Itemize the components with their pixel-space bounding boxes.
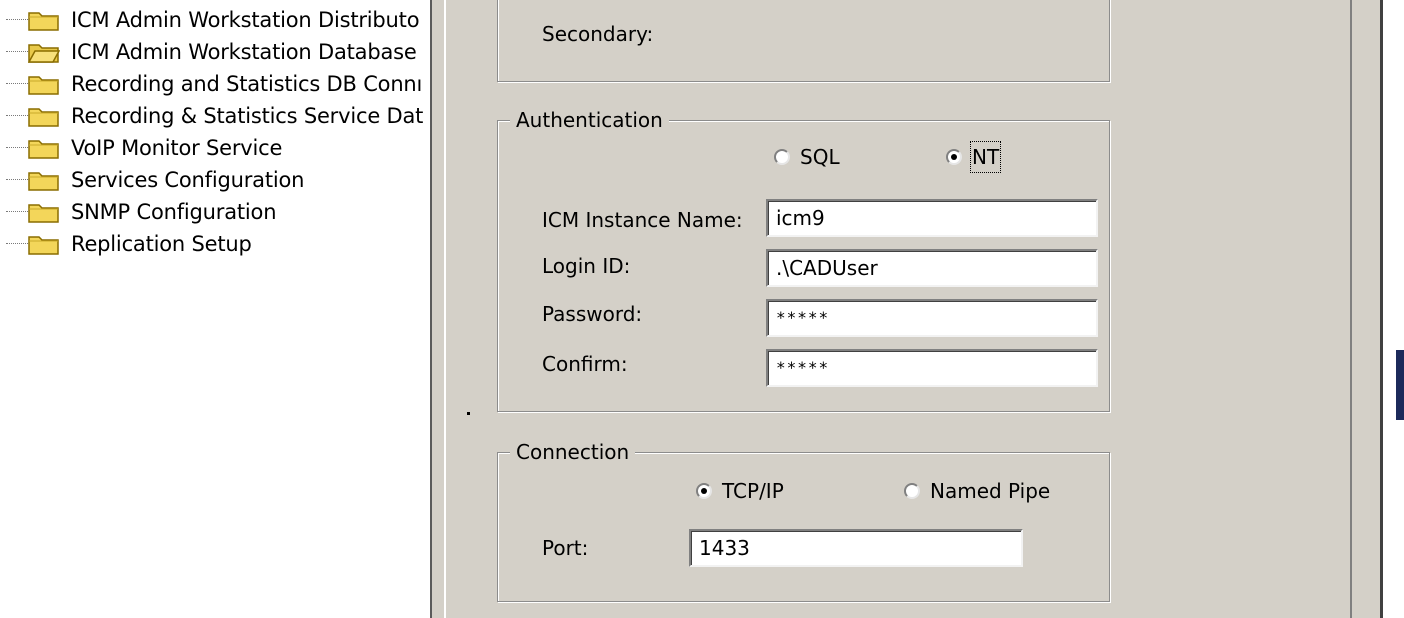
window-edge <box>1383 0 1404 618</box>
password-label: Password: <box>542 302 643 326</box>
secondary-label: Secondary: <box>542 22 654 46</box>
tree-item-label: Recording and Statistics DB Connı <box>71 72 423 96</box>
pane-splitter[interactable] <box>430 0 446 618</box>
instance-name-input[interactable]: icm9 <box>766 199 1098 237</box>
tree-connector <box>6 115 28 116</box>
folder-icon <box>28 204 59 223</box>
port-input[interactable]: 1433 <box>689 529 1023 567</box>
stray-dot <box>467 412 470 415</box>
tree-connector <box>6 51 28 52</box>
authentication-groupbox: Authentication SQL NT ICM Instance Name:… <box>497 107 1110 412</box>
tree-connector <box>6 83 28 84</box>
tree-item-recording-db[interactable]: Recording and Statistics DB Connı <box>0 68 430 100</box>
tree-item-recording-service[interactable]: Recording & Statistics Service Dat <box>0 100 430 132</box>
tree-item-label: Replication Setup <box>71 232 252 256</box>
tree-connector <box>6 179 28 180</box>
tree-connector <box>6 19 28 20</box>
tree-connector <box>6 147 28 148</box>
tree-connector <box>6 243 28 244</box>
radio-button-checked[interactable] <box>696 483 712 499</box>
radio-button[interactable] <box>904 483 920 499</box>
connection-title: Connection <box>510 439 636 465</box>
tree-item-label: Services Configuration <box>71 168 305 192</box>
login-id-label: Login ID: <box>542 254 631 278</box>
radio-button[interactable] <box>774 149 790 165</box>
tree-item-label: Recording & Statistics Service Dat <box>71 104 424 128</box>
tree-item-snmp-config[interactable]: SNMP Configuration <box>0 196 430 228</box>
confirm-password-input[interactable]: ***** <box>766 349 1098 387</box>
confirm-label: Confirm: <box>542 352 628 376</box>
tree-item-label: SNMP Configuration <box>71 200 277 224</box>
named-pipe-radio-label: Named Pipe <box>930 479 1051 503</box>
tree-item-icm-admin-database[interactable]: ICM Admin Workstation Database <box>0 36 430 68</box>
folder-icon <box>28 108 59 127</box>
radio-button-checked[interactable] <box>946 149 962 165</box>
password-input[interactable]: ***** <box>766 299 1098 337</box>
settings-tree: ICM Admin Workstation Distributo ICM Adm… <box>0 0 430 618</box>
tree-connector <box>6 211 28 212</box>
folder-open-icon <box>28 44 60 63</box>
tree-item-voip-monitor[interactable]: VoIP Monitor Service <box>0 132 430 164</box>
tree-item-services-config[interactable]: Services Configuration <box>0 164 430 196</box>
instance-name-label: ICM Instance Name: <box>542 208 743 232</box>
tree-item-label: ICM Admin Workstation Database <box>71 40 417 64</box>
connection-groupbox: Connection TCP/IP Named Pipe Port: 1433 <box>497 439 1110 602</box>
tree-item-replication-setup[interactable]: Replication Setup <box>0 228 430 260</box>
folder-icon <box>28 236 59 255</box>
sql-radio-label: SQL <box>800 145 840 169</box>
tree-item-label: ICM Admin Workstation Distributo <box>71 8 420 32</box>
folder-icon <box>28 172 59 191</box>
tree-item-icm-admin-distributor[interactable]: ICM Admin Workstation Distributo <box>0 4 430 36</box>
port-label: Port: <box>542 536 589 560</box>
folder-icon <box>28 12 59 31</box>
login-id-input[interactable]: .\CADUser <box>766 249 1098 287</box>
nt-radio-label: NT <box>969 141 1002 173</box>
vertical-scrollbar[interactable] <box>1350 0 1383 618</box>
tcpip-radio-label: TCP/IP <box>722 479 784 503</box>
server-groupbox: Secondary: <box>497 0 1110 82</box>
folder-icon <box>28 76 59 95</box>
window-edge-accent <box>1396 350 1404 420</box>
tree-item-label: VoIP Monitor Service <box>71 136 283 160</box>
folder-icon <box>28 140 59 159</box>
authentication-title: Authentication <box>510 107 669 133</box>
